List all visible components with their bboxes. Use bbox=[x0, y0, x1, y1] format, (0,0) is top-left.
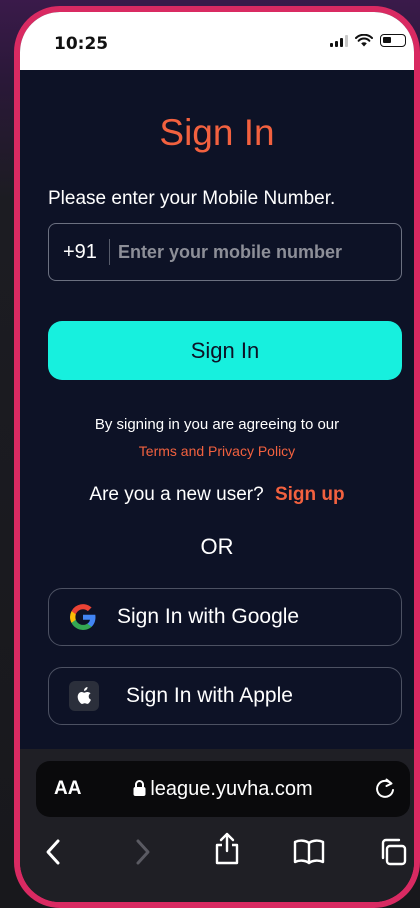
apple-signin-label: Sign In with Apple bbox=[126, 684, 293, 707]
country-code[interactable]: +91 bbox=[49, 239, 110, 265]
terms-link[interactable]: Terms and Privacy Policy bbox=[20, 443, 414, 459]
status-bar: 10:25 bbox=[20, 12, 414, 70]
tabs-icon[interactable] bbox=[378, 837, 408, 867]
mobile-input-group: +91 bbox=[48, 223, 402, 281]
google-icon bbox=[67, 601, 99, 633]
sign-in-button[interactable]: Sign In bbox=[48, 321, 402, 380]
mobile-prompt: Please enter your Mobile Number. bbox=[48, 188, 336, 209]
cellular-signal-icon bbox=[330, 34, 348, 47]
status-icons bbox=[330, 34, 406, 47]
browser-toolbar: AA league.yuvha.com bbox=[20, 749, 414, 902]
bookmarks-icon[interactable] bbox=[292, 837, 326, 865]
sign-up-link[interactable]: Sign up bbox=[275, 484, 345, 505]
share-icon[interactable] bbox=[214, 831, 240, 865]
lock-icon bbox=[133, 779, 146, 796]
forward-icon[interactable] bbox=[132, 837, 152, 867]
phone-frame: 10:25 Sign In Please enter your Mobile N… bbox=[14, 6, 420, 908]
new-user-text: Are you a new user? bbox=[89, 484, 264, 505]
url-text: league.yuvha.com bbox=[150, 777, 313, 800]
url-display[interactable]: league.yuvha.com bbox=[36, 778, 410, 801]
back-icon[interactable] bbox=[44, 837, 64, 867]
page-title: Sign In bbox=[159, 112, 275, 153]
address-bar[interactable]: AA league.yuvha.com bbox=[36, 761, 410, 817]
google-signin-label: Sign In with Google bbox=[117, 605, 300, 628]
battery-icon bbox=[380, 34, 406, 47]
apple-signin-button[interactable]: Sign In with Apple bbox=[48, 667, 402, 725]
new-user-row: Are you a new user? Sign up bbox=[20, 484, 414, 506]
apple-icon bbox=[69, 681, 99, 711]
or-divider: OR bbox=[200, 534, 234, 559]
reload-icon[interactable] bbox=[374, 777, 396, 801]
browser-nav-row bbox=[20, 832, 414, 877]
agreement-text: By signing in you are agreeing to our bbox=[94, 416, 340, 433]
google-signin-button[interactable]: Sign In with Google bbox=[48, 588, 402, 646]
wifi-icon bbox=[355, 34, 373, 47]
status-time: 10:25 bbox=[54, 34, 109, 54]
mobile-number-input[interactable] bbox=[109, 241, 370, 263]
